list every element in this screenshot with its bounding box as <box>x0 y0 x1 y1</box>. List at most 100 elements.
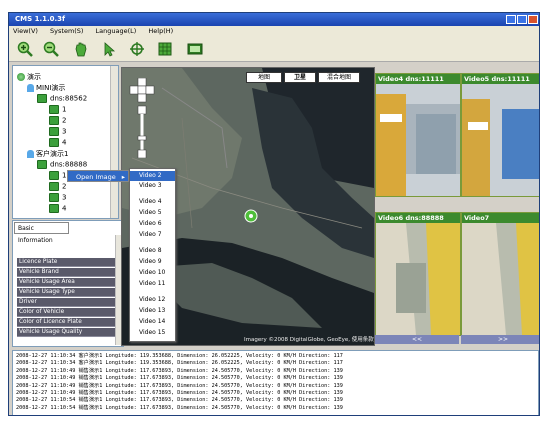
submenu-item[interactable]: Video 9 <box>130 257 175 267</box>
submenu-item[interactable]: Video 11 <box>130 279 175 289</box>
log-line: 2008-12-27 11:10:49 销售演示1 Longitude: 117… <box>16 382 343 389</box>
video-frame-bus <box>376 84 460 196</box>
vehicle-marker-icon[interactable] <box>244 209 258 223</box>
tree-channel[interactable]: 3 <box>49 127 66 136</box>
tab-basic-information[interactable]: Basic Information <box>14 222 69 244</box>
video-next-button[interactable]: >> <box>461 335 539 344</box>
video-panel-7[interactable]: Video7 <box>461 212 539 336</box>
tree-device-1[interactable]: dns:88562 <box>37 94 87 103</box>
video-frame-bus <box>462 84 539 196</box>
tree-group-customer[interactable]: 客户演示1 <box>27 149 68 159</box>
video-panel-4[interactable]: Video4 dns:11111 <box>375 73 461 197</box>
info-row: Color of Licence Plate <box>17 318 115 327</box>
submenu-item[interactable]: Video 15 <box>130 328 175 338</box>
submenu-item[interactable]: Video 4 <box>130 197 175 207</box>
basic-info-panel: Basic Information Licence Plate Vehicle … <box>12 220 124 347</box>
tree-channel[interactable]: 3 <box>49 193 66 202</box>
camera-icon <box>49 105 59 114</box>
tree-channel[interactable]: 1 <box>49 171 66 180</box>
globe-icon <box>17 73 25 81</box>
video-submenu: Video 2 Video 3 Video 4 Video 5 Video 6 … <box>129 168 176 342</box>
map-type-hybrid-button[interactable]: 混合地图 <box>318 72 360 83</box>
map-type-map-button[interactable]: 地图 <box>246 72 282 83</box>
tree-root-label: 演示 <box>27 73 41 81</box>
application-window: CMS 1.1.0.3f View(V) System(S) Language(… <box>8 12 540 416</box>
submenu-item[interactable]: Video 10 <box>130 268 175 278</box>
info-row: Licence Plate <box>17 258 115 267</box>
submenu-item[interactable]: Video 7 <box>130 230 175 240</box>
channel-label: 1 <box>62 171 67 180</box>
maximize-button[interactable] <box>517 15 527 24</box>
device-tree-panel: 演示 MINI演示 dns:88562 1 2 3 4 客户演示1 dns:88… <box>12 65 119 219</box>
video-panel-6[interactable]: Video6 dns:88888 <box>375 212 461 336</box>
tree-group-mini[interactable]: MINI演示 <box>27 83 65 93</box>
log-line: 2008-12-27 11:10:54 销售演示1 Longitude: 117… <box>16 397 343 404</box>
channel-label: 3 <box>62 193 67 202</box>
minimize-button[interactable] <box>506 15 516 24</box>
menu-view[interactable]: View(V) <box>13 27 38 35</box>
context-menu-label: Open Image <box>76 173 116 181</box>
submenu-item[interactable]: Video 8 <box>130 246 175 256</box>
tree-root[interactable]: 演示 <box>17 72 41 82</box>
monitor-icon[interactable] <box>187 41 203 57</box>
submenu-item[interactable]: Video 12 <box>130 295 175 305</box>
submenu-item-video2[interactable]: Video 2 <box>130 171 175 181</box>
context-menu-open-image[interactable]: Open Image ▸ <box>67 170 129 182</box>
video-panel-5[interactable]: Video5 dns:11111 <box>461 73 539 197</box>
info-row: Color of Vehicle <box>17 308 115 317</box>
menu-help[interactable]: Help(H) <box>148 27 173 35</box>
tree-device-label: dns:88888 <box>50 160 88 169</box>
channel-label: 2 <box>62 116 67 125</box>
toolbar <box>9 37 539 62</box>
camera-icon <box>49 138 59 147</box>
zoom-out-icon[interactable] <box>43 41 59 57</box>
camera-icon <box>49 182 59 191</box>
zoom-in-icon[interactable] <box>17 41 33 57</box>
submenu-arrow-icon: ▸ <box>121 173 125 181</box>
tree-device-2[interactable]: dns:88888 <box>37 160 87 169</box>
channel-label: 1 <box>62 105 67 114</box>
tree-channel[interactable]: 2 <box>49 116 66 125</box>
video-title: Video4 dns:11111 <box>376 74 460 84</box>
menu-bar: View(V) System(S) Language(L) Help(H) <box>9 26 539 37</box>
hand-pan-icon[interactable] <box>73 41 89 57</box>
tree-channel[interactable]: 4 <box>49 204 66 213</box>
log-line: 2008-12-27 11:10:34 客户演示1 Longitude: 119… <box>16 360 343 367</box>
tree-scrollbar[interactable] <box>110 66 118 218</box>
menu-language[interactable]: Language(L) <box>96 27 137 35</box>
tree-device-label: dns:88562 <box>50 94 88 103</box>
title-bar: CMS 1.1.0.3f <box>9 13 539 26</box>
log-line: 2008-12-27 11:10:49 销售演示1 Longitude: 117… <box>16 375 343 382</box>
camera-icon <box>49 204 59 213</box>
channel-label: 3 <box>62 127 67 136</box>
camera-icon <box>49 193 59 202</box>
channel-label: 2 <box>62 182 67 191</box>
submenu-item[interactable]: Video 13 <box>130 306 175 316</box>
vehicle-icon <box>37 160 47 169</box>
submenu-item[interactable]: Video 3 <box>130 181 175 191</box>
submenu-item[interactable]: Video 14 <box>130 317 175 327</box>
submenu-item[interactable]: Video 5 <box>130 208 175 218</box>
channel-label: 4 <box>62 204 67 213</box>
video-frame-interior <box>376 223 460 335</box>
map-zoom-control[interactable] <box>127 78 157 158</box>
window-title: CMS 1.1.0.3f <box>15 15 66 23</box>
user-group-icon <box>27 150 34 158</box>
close-button[interactable] <box>528 15 538 24</box>
user-group-icon <box>27 84 34 92</box>
tree-channel[interactable]: 2 <box>49 182 66 191</box>
info-row: Vehicle Usage Area <box>17 278 115 287</box>
tree-channel[interactable]: 4 <box>49 138 66 147</box>
map-type-satellite-button[interactable]: 卫星 <box>284 72 316 83</box>
tree-channel[interactable]: 1 <box>49 105 66 114</box>
menu-system[interactable]: System(S) <box>50 27 83 35</box>
video-prev-button[interactable]: << <box>375 335 459 344</box>
grid-icon[interactable] <box>157 41 173 57</box>
info-row: Vehicle Brand <box>17 268 115 277</box>
video-frame-interior <box>462 223 539 335</box>
tree-group-label: 客户演示1 <box>36 150 69 158</box>
crosshair-icon[interactable] <box>129 41 145 57</box>
submenu-item[interactable]: Video 6 <box>130 219 175 229</box>
camera-icon <box>49 127 59 136</box>
select-arrow-icon[interactable] <box>101 41 117 57</box>
